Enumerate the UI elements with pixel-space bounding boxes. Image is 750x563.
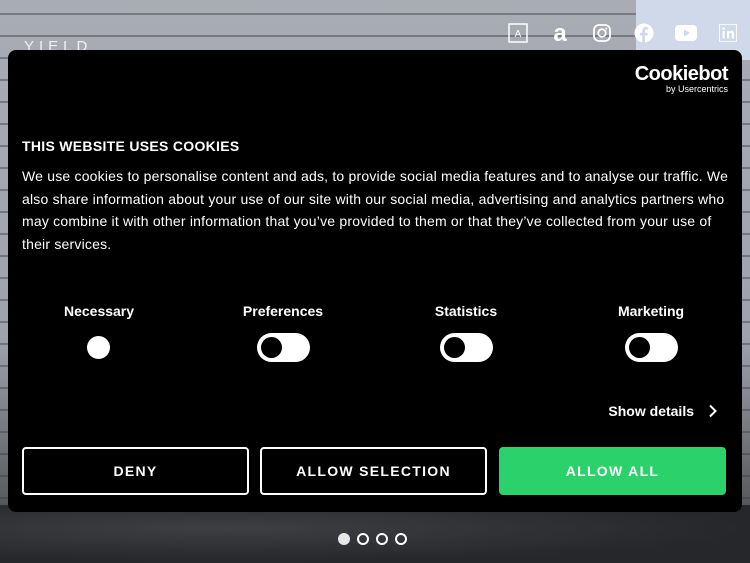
allow-selection-button[interactable]: ALLOW SELECTION (260, 447, 487, 495)
cookiebot-logo-subtext: by Usercentrics (665, 84, 728, 94)
chevron-right-icon (708, 404, 718, 418)
toggle-knob (87, 336, 110, 359)
square-a-icon[interactable]: A (505, 20, 531, 46)
statistics-toggle[interactable] (439, 333, 493, 362)
marketing-toggle[interactable] (624, 333, 678, 362)
svg-text:A: A (515, 29, 522, 40)
toggle-knob (628, 337, 650, 358)
show-details-link[interactable]: Show details (608, 403, 718, 419)
linkedin-icon[interactable] (715, 20, 741, 46)
dialog-description: We use cookies to personalise content an… (22, 168, 729, 252)
carousel-dot[interactable] (395, 533, 407, 545)
toggle-knob (260, 337, 282, 358)
cookiebot-logo-text: Cookiebot (634, 63, 729, 85)
necessary-toggle (87, 333, 111, 362)
carousel-dot[interactable] (338, 533, 350, 545)
show-details-label: Show details (608, 403, 694, 419)
category-label: Preferences (242, 303, 324, 319)
carousel-pagination (338, 533, 414, 545)
amazon-a-icon[interactable]: a (547, 20, 573, 46)
carousel-dot[interactable] (357, 533, 369, 545)
category-marketing: Marketing (591, 303, 711, 362)
category-label: Statistics (434, 303, 498, 319)
cookie-consent-dialog: Cookiebot by Usercentrics THIS WEBSITE U… (8, 50, 742, 512)
svg-text:a: a (553, 21, 567, 45)
category-preferences: Preferences (223, 303, 343, 362)
facebook-icon[interactable] (631, 20, 657, 46)
instagram-icon[interactable] (589, 20, 615, 46)
youtube-icon[interactable] (673, 20, 699, 46)
deny-button[interactable]: DENY (22, 447, 249, 495)
category-statistics: Statistics (406, 303, 526, 362)
category-label: Marketing (617, 303, 685, 319)
category-label: Necessary (63, 303, 135, 319)
cookiebot-logo[interactable]: Cookiebot by Usercentrics (634, 63, 729, 95)
preferences-toggle[interactable] (256, 333, 310, 362)
dialog-title: THIS WEBSITE USES COOKIES (22, 138, 240, 154)
carousel-dot[interactable] (376, 533, 388, 545)
category-necessary: Necessary (39, 303, 159, 362)
toggle-knob (443, 337, 465, 358)
social-links: A a (505, 20, 750, 46)
allow-all-button[interactable]: ALLOW ALL (499, 447, 726, 495)
